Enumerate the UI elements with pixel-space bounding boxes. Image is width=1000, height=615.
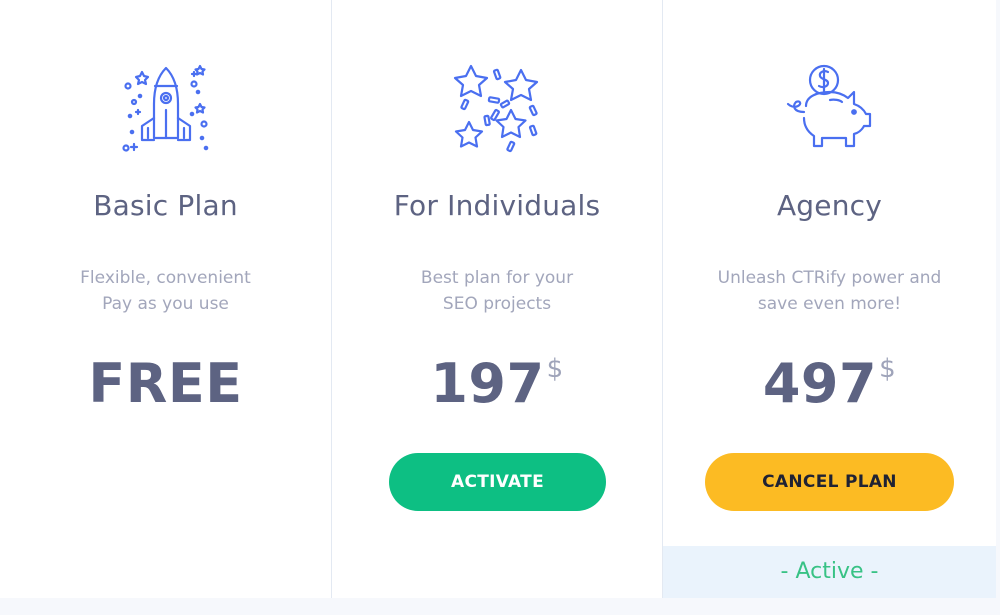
plan-description-line: Best plan for your	[420, 268, 574, 288]
plan-price: 497$	[663, 352, 996, 415]
plan-description-line: Flexible, convenient	[80, 268, 251, 288]
rocket-icon	[120, 62, 212, 154]
activate-button[interactable]: ACTIVATE	[389, 453, 606, 511]
plan-description: Best plan for your SEO projects	[332, 265, 662, 317]
active-status-badge: - Active -	[663, 546, 996, 598]
piggy-bank-icon	[784, 62, 876, 154]
plan-price-amount: 197	[430, 352, 545, 415]
plan-card-basic: Basic Plan Flexible, convenient Pay as y…	[0, 0, 331, 598]
plan-description: Flexible, convenient Pay as you use	[0, 265, 331, 317]
plan-card-agency: Agency Unleash CTRify power and save eve…	[663, 0, 996, 598]
plan-description: Unleash CTRify power and save even more!	[663, 265, 996, 317]
cancel-plan-button[interactable]: CANCEL PLAN	[705, 453, 954, 511]
plan-name: Agency	[776, 189, 883, 222]
plan-description-line: SEO projects	[442, 294, 552, 314]
stars-confetti-icon	[451, 62, 543, 154]
plan-name: For Individuals	[393, 189, 601, 222]
plan-description-line: Unleash CTRify power and	[717, 268, 942, 288]
currency-symbol: $	[546, 354, 564, 384]
pricing-plans: Basic Plan Flexible, convenient Pay as y…	[0, 0, 1000, 598]
plan-price: 197$	[332, 352, 662, 415]
plan-price: FREE	[88, 352, 243, 415]
plan-name: Basic Plan	[93, 189, 238, 222]
right-edge-strip	[996, 0, 1000, 598]
plan-description-line: save even more!	[757, 294, 902, 314]
plan-description-line: Pay as you use	[102, 294, 229, 314]
plan-price-amount: 497	[762, 352, 878, 415]
currency-symbol: $	[879, 354, 897, 384]
plan-card-individuals: For Individuals Best plan for your SEO p…	[331, 0, 663, 598]
